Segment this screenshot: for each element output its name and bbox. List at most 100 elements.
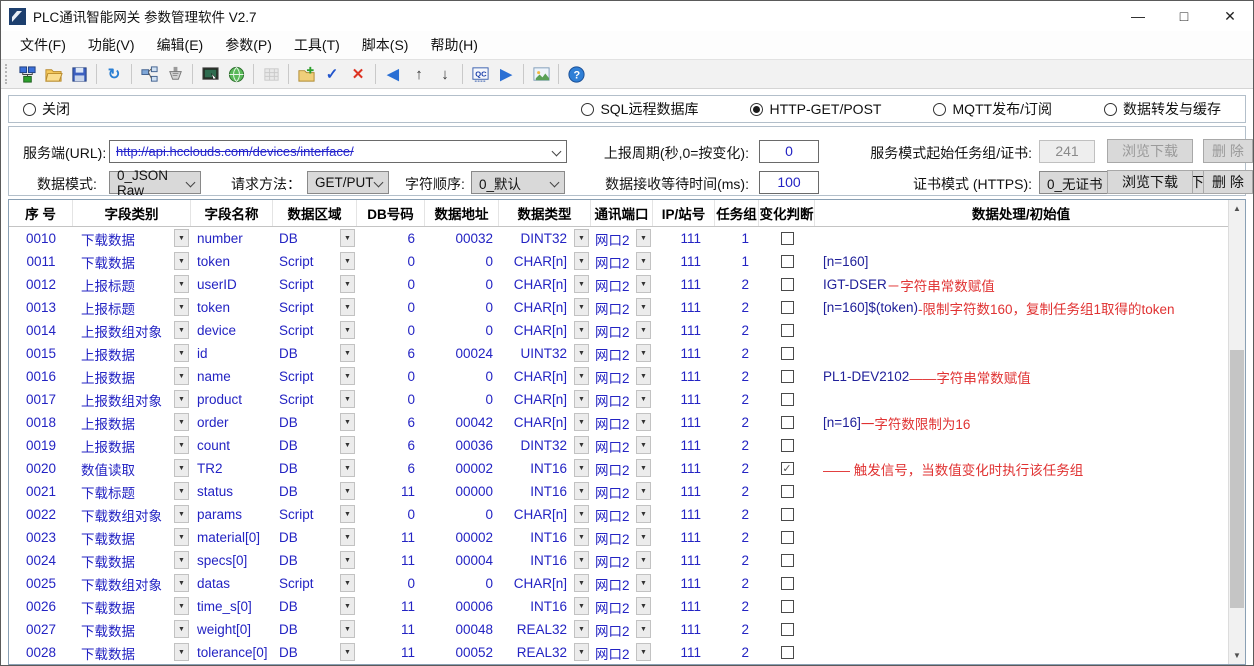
cell-data-address[interactable]: 0 [425,296,499,319]
dropdown-button-icon[interactable]: ▼ [340,344,355,362]
change-checkbox[interactable] [781,347,794,360]
cell-task-group[interactable]: 2 [715,503,759,526]
cell-category[interactable]: 下载数组对象▼ [73,572,191,595]
mode-radio-1[interactable]: HTTP-GET/POST [750,99,881,119]
table-header-9[interactable]: 任务组 [715,200,759,226]
cell-field-name[interactable]: weight[0] [191,618,273,641]
change-checkbox[interactable] [781,439,794,452]
menu-item-4[interactable]: 工具(T) [283,31,351,59]
dropdown-button-icon[interactable]: ▼ [574,344,589,362]
dropdown-button-icon[interactable]: ▼ [340,482,355,500]
cell-db-number[interactable]: 0 [357,388,425,411]
dropdown-button-icon[interactable]: ▼ [574,390,589,408]
table-row-0014[interactable]: 0014上报数组对象▼deviceScript▼00CHAR[n]▼网口2▼11… [9,319,1245,342]
cell-data-address[interactable]: 00002 [425,457,499,480]
cell-data-area[interactable]: DB▼ [273,480,357,503]
dropdown-button-icon[interactable]: ▼ [636,367,651,385]
cell-field-name[interactable]: params [191,503,273,526]
cell-category[interactable]: 上报数据▼ [73,411,191,434]
char-order-select[interactable]: 0_默认 [471,171,565,194]
refresh-icon[interactable]: ↻ [102,62,126,86]
cell-task-group[interactable]: 2 [715,296,759,319]
table-row-0026[interactable]: 0026下载数据▼time_s[0]DB▼1100006INT16▼网口2▼11… [9,595,1245,618]
cancel-icon[interactable]: ✕ [346,62,370,86]
dropdown-button-icon[interactable]: ▼ [636,551,651,569]
cell-ip-station[interactable]: 111 [653,641,715,664]
cell-data-address[interactable]: 0 [425,572,499,595]
cell-task-group[interactable]: 2 [715,526,759,549]
cell-data-area[interactable]: Script▼ [273,273,357,296]
table-row-0018[interactable]: 0018上报数据▼orderDB▼600042CHAR[n]▼网口2▼1112[… [9,411,1245,434]
dropdown-button-icon[interactable]: ▼ [574,620,589,638]
cell-category[interactable]: 上报数据▼ [73,434,191,457]
dropdown-button-icon[interactable]: ▼ [636,436,651,454]
cell-field-name[interactable]: id [191,342,273,365]
dropdown-button-icon[interactable]: ▼ [340,413,355,431]
monitor-icon[interactable] [198,62,222,86]
cell-data-address[interactable]: 0 [425,250,499,273]
cell-data-area[interactable]: Script▼ [273,250,357,273]
mode-radio-close[interactable]: 关闭 [23,99,70,119]
change-checkbox[interactable] [781,278,794,291]
cell-category[interactable]: 下载数据▼ [73,526,191,549]
dropdown-button-icon[interactable]: ▼ [340,298,355,316]
change-checkbox[interactable] [781,416,794,429]
chevron-down-icon[interactable] [552,147,562,157]
dropdown-button-icon[interactable]: ▼ [174,574,189,592]
cell-category[interactable]: 上报数组对象▼ [73,388,191,411]
cell-data-type[interactable]: UINT32▼ [499,342,591,365]
cell-data-area[interactable]: DB▼ [273,411,357,434]
cell-category[interactable]: 下载数组对象▼ [73,503,191,526]
dropdown-button-icon[interactable]: ▼ [174,597,189,615]
table-header-2[interactable]: 字段名称 [191,200,273,226]
cell-db-number[interactable]: 11 [357,618,425,641]
dropdown-button-icon[interactable]: ▼ [174,436,189,454]
dropdown-button-icon[interactable]: ▼ [574,367,589,385]
dropdown-button-icon[interactable]: ▼ [174,321,189,339]
serial-port-icon[interactable] [163,62,187,86]
dropdown-button-icon[interactable]: ▼ [340,597,355,615]
cell-comm-port[interactable]: 网口2▼ [591,572,653,595]
mode-radio-2[interactable]: MQTT发布/订阅 [933,99,1052,119]
cell-task-group[interactable]: 2 [715,411,759,434]
cell-category[interactable]: 上报数据▼ [73,342,191,365]
dropdown-button-icon[interactable]: ▼ [340,390,355,408]
cell-task-group[interactable]: 2 [715,342,759,365]
globe-icon[interactable] [224,62,248,86]
change-checkbox[interactable] [781,324,794,337]
menu-item-1[interactable]: 功能(V) [77,31,146,59]
dropdown-button-icon[interactable]: ▼ [636,229,651,247]
cell-db-number[interactable]: 6 [357,342,425,365]
cell-task-group[interactable]: 2 [715,480,759,503]
cell-comm-port[interactable]: 网口2▼ [591,411,653,434]
dropdown-button-icon[interactable]: ▼ [636,344,651,362]
cell-comm-port[interactable]: 网口2▼ [591,319,653,342]
cell-data-area[interactable]: Script▼ [273,296,357,319]
cell-comm-port[interactable]: 网口2▼ [591,641,653,664]
cell-category[interactable]: 下载标题▼ [73,480,191,503]
cell-field-name[interactable]: product [191,388,273,411]
cell-db-number[interactable]: 6 [357,411,425,434]
dropdown-button-icon[interactable]: ▼ [636,252,651,270]
table-header-6[interactable]: 数据类型 [499,200,591,226]
dropdown-button-icon[interactable]: ▼ [636,275,651,293]
cell-data-address[interactable]: 0 [425,319,499,342]
cell-data-area[interactable]: DB▼ [273,457,357,480]
cell-field-name[interactable]: datas [191,572,273,595]
cell-data-address[interactable]: 00036 [425,434,499,457]
dropdown-button-icon[interactable]: ▼ [574,252,589,270]
cell-db-number[interactable]: 0 [357,296,425,319]
cell-category[interactable]: 下载数据▼ [73,641,191,664]
cell-category[interactable]: 上报标题▼ [73,296,191,319]
cell-ip-station[interactable]: 111 [653,250,715,273]
cell-data-address[interactable]: 00004 [425,549,499,572]
cell-comm-port[interactable]: 网口2▼ [591,365,653,388]
cell-data-area[interactable]: DB▼ [273,549,357,572]
dropdown-button-icon[interactable]: ▼ [636,459,651,477]
dropdown-button-icon[interactable]: ▼ [574,643,589,661]
cell-data-area[interactable]: DB▼ [273,526,357,549]
server-url-combo[interactable]: http://api.hcclouds.com/devices/interfac… [109,140,567,163]
cell-data-area[interactable]: DB▼ [273,618,357,641]
dropdown-button-icon[interactable]: ▼ [636,321,651,339]
cell-category[interactable]: 上报数据▼ [73,365,191,388]
